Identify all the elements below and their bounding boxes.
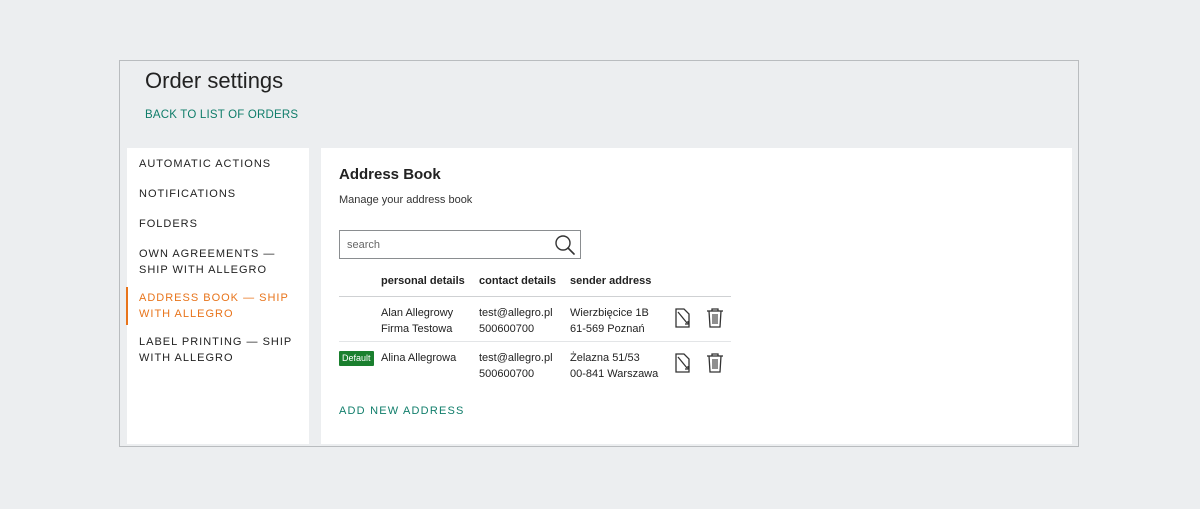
personal-details-cell: Alan Allegrowy Firma Testowa — [381, 305, 453, 337]
sidebar-item-automatic-actions[interactable]: AUTOMATIC ACTIONS — [127, 156, 283, 172]
address-book-panel: Address Book Manage your address book pe… — [321, 148, 1072, 444]
back-to-orders-link[interactable]: BACK TO LIST OF ORDERS — [145, 109, 298, 121]
sidebar-item-own-agreements[interactable]: OWN AGREEMENTS — SHIP WITH ALLEGRO — [127, 246, 309, 278]
section-title: Address Book — [339, 166, 441, 183]
email: test@allegro.pl — [479, 307, 553, 319]
address-table: personal details contact details sender … — [339, 268, 731, 386]
postal-city: 61-569 Poznań — [570, 323, 645, 335]
default-badge: Default — [339, 351, 374, 366]
sidebar-item-folders[interactable]: FOLDERS — [127, 216, 210, 232]
search-box — [339, 230, 581, 259]
sidebar-item-label-printing[interactable]: LABEL PRINTING — SHIP WITH ALLEGRO — [127, 334, 309, 366]
column-header-sender: sender address — [570, 275, 652, 287]
edit-icon[interactable] — [673, 352, 693, 374]
trash-icon[interactable] — [706, 307, 724, 329]
sidebar-item-label: AUTOMATIC ACTIONS — [139, 158, 272, 170]
contact-details-cell: test@allegro.pl 500600700 — [479, 305, 553, 337]
street: Wierzbięcice 1B — [570, 307, 649, 319]
section-subtitle: Manage your address book — [339, 194, 473, 206]
settings-frame: Order settings BACK TO LIST OF ORDERS AU… — [119, 60, 1079, 447]
column-header-personal: personal details — [381, 275, 465, 287]
sidebar-item-notifications[interactable]: NOTIFICATIONS — [127, 186, 248, 202]
trash-icon[interactable] — [706, 352, 724, 374]
search-input[interactable] — [345, 237, 549, 252]
table-header: personal details contact details sender … — [339, 268, 731, 297]
sidebar-item-label: NOTIFICATIONS — [139, 188, 237, 200]
sidebar-item-label: LABEL PRINTING — SHIP WITH ALLEGRO — [139, 336, 293, 364]
sidebar-item-address-book[interactable]: ADDRESS BOOK — SHIP WITH ALLEGRO — [126, 287, 309, 325]
column-header-contact: contact details — [479, 275, 557, 287]
sidebar-item-label: OWN AGREEMENTS — SHIP WITH ALLEGRO — [139, 248, 276, 276]
email: test@allegro.pl — [479, 352, 553, 364]
contact-details-cell: test@allegro.pl 500600700 — [479, 350, 553, 382]
person-name: Alan Allegrowy — [381, 307, 454, 319]
page-title: Order settings — [145, 68, 284, 93]
sidebar-item-label: FOLDERS — [139, 218, 198, 230]
person-name: Alina Allegrowa — [381, 352, 457, 364]
personal-details-cell: Alina Allegrowa — [381, 350, 456, 366]
table-row: Alan Allegrowy Firma Testowa test@allegr… — [339, 297, 731, 342]
sidebar-item-label: ADDRESS BOOK — SHIP WITH ALLEGRO — [139, 292, 289, 320]
add-new-address-link[interactable]: ADD NEW ADDRESS — [339, 405, 465, 417]
table-row: Default Alina Allegrowa test@allegro.pl … — [339, 342, 731, 386]
company-name: Firma Testowa — [381, 323, 453, 335]
street: Żelazna 51/53 — [570, 352, 640, 364]
postal-city: 00-841 Warszawa — [570, 368, 659, 380]
sender-address-cell: Wierzbięcice 1B 61-569 Poznań — [570, 305, 649, 337]
phone: 500600700 — [479, 323, 535, 335]
search-icon[interactable] — [554, 234, 576, 256]
phone: 500600700 — [479, 368, 535, 380]
sidebar: AUTOMATIC ACTIONS NOTIFICATIONS FOLDERS … — [126, 148, 309, 444]
edit-icon[interactable] — [673, 307, 693, 329]
sender-address-cell: Żelazna 51/53 00-841 Warszawa — [570, 350, 658, 382]
